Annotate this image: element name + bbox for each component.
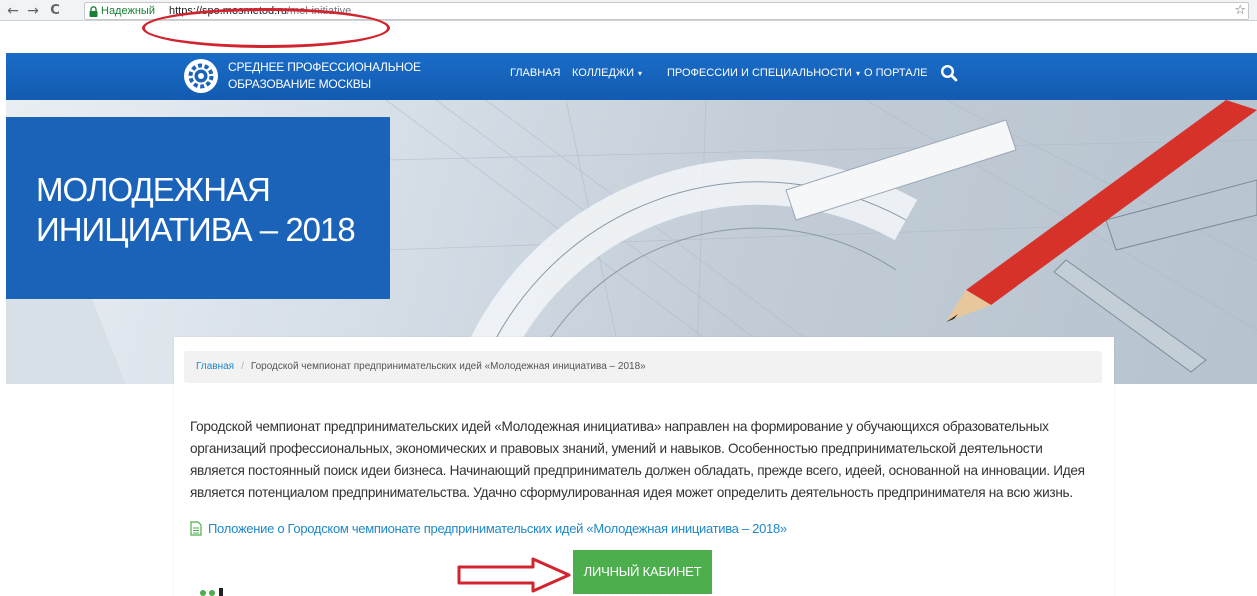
- reload-icon[interactable]: C: [46, 2, 64, 20]
- lock-icon: [89, 6, 98, 17]
- breadcrumb-current: Городской чемпионат предпринимательских …: [250, 361, 646, 372]
- site-header: СРЕДНЕЕ ПРОФЕССИОНАЛЬНОЕ ОБРАЗОВАНИЕ МОС…: [6, 53, 1257, 100]
- back-arrow-icon[interactable]: ←: [4, 2, 22, 20]
- nav-item-home[interactable]: ГЛАВНАЯ: [510, 67, 560, 79]
- forward-arrow-icon[interactable]: →: [24, 2, 42, 20]
- breadcrumb: Главная / Городской чемпионат предпринимат…: [184, 351, 1102, 383]
- nav-item-professions[interactable]: ПРОФЕССИИ И СПЕЦИАЛЬНОСТИ ▾: [667, 67, 860, 79]
- nav-item-about[interactable]: О ПОРТАЛЕ: [864, 67, 927, 79]
- breadcrumb-home-link[interactable]: Главная: [196, 361, 234, 372]
- logo-line-2: ОБРАЗОВАНИЕ МОСКВЫ: [228, 77, 371, 91]
- personal-cabinet-button[interactable]: ЛИЧНЫЙ КАБИНЕТ: [573, 550, 712, 594]
- regulation-document-link[interactable]: Положение о Городском чемпионате предпри…: [190, 521, 787, 536]
- regulation-document-label: Положение о Городском чемпионате предпри…: [208, 521, 787, 536]
- chevron-down-icon: ▾: [638, 69, 643, 78]
- gear-logo-icon: [184, 59, 218, 93]
- red-arrow-annotation: [457, 557, 571, 593]
- nav-label-professions: ПРОФЕССИИ И СПЕЦИАЛЬНОСТИ: [667, 67, 852, 79]
- hero-title-corner: [390, 117, 450, 299]
- logo-line-1: СРЕДНЕЕ ПРОФЕССИОНАЛЬНОЕ: [228, 60, 421, 74]
- nav-item-colleges[interactable]: КОЛЛЕДЖИ ▾: [572, 67, 642, 79]
- document-icon: [190, 521, 202, 536]
- url-highlight-ellipse: [142, 8, 390, 48]
- decorative-dots: [200, 588, 223, 596]
- breadcrumb-separator: /: [241, 361, 244, 372]
- site-logo[interactable]: СРЕДНЕЕ ПРОФЕССИОНАЛЬНОЕ ОБРАЗОВАНИЕ МОС…: [184, 57, 421, 97]
- nav-label-colleges: КОЛЛЕДЖИ: [572, 67, 635, 79]
- secure-label: Надежный: [101, 5, 155, 17]
- star-icon[interactable]: ☆: [1234, 3, 1246, 18]
- intro-paragraph: Городской чемпионат предпринимательских …: [190, 419, 1085, 500]
- page-title-line-1: МОЛОДЕЖНАЯ: [36, 171, 271, 208]
- page-title-line-2: ИНИЦИАТИВА – 2018: [36, 211, 356, 248]
- search-icon[interactable]: [940, 64, 958, 82]
- page-title: МОЛОДЕЖНАЯ ИНИЦИАТИВА – 2018: [36, 170, 356, 250]
- chevron-down-icon: ▾: [855, 69, 860, 78]
